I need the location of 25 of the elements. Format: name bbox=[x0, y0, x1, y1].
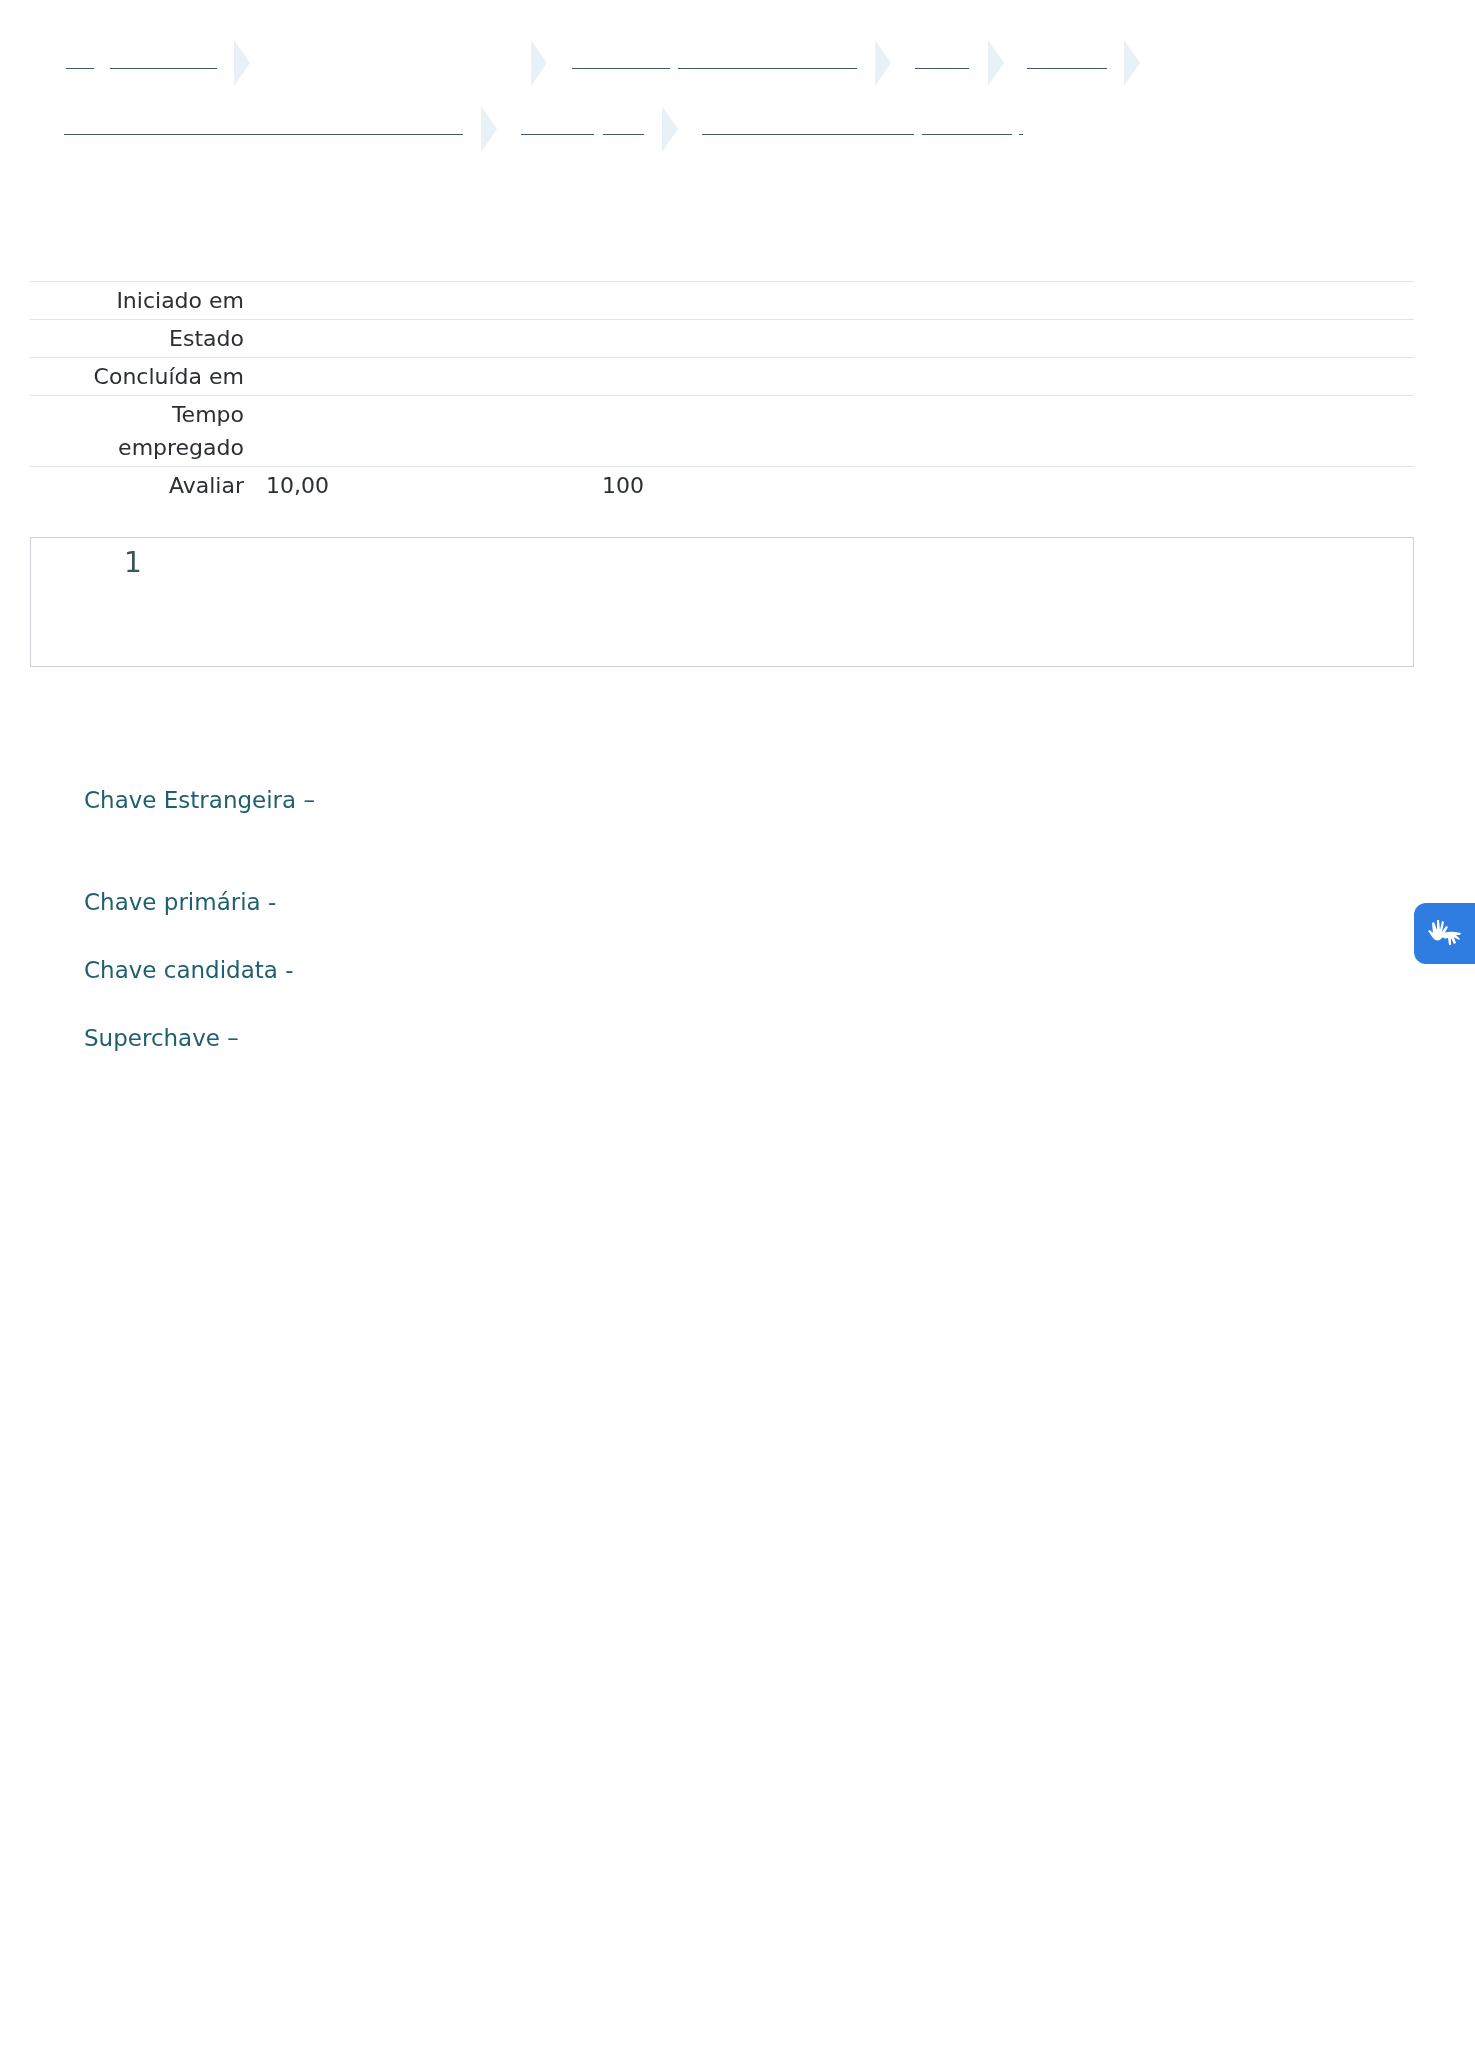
link-underline[interactable] bbox=[521, 134, 594, 135]
question-number: 1 bbox=[124, 545, 142, 579]
link-underline[interactable] bbox=[1027, 68, 1107, 69]
link-underline[interactable] bbox=[110, 68, 217, 69]
link-underline[interactable] bbox=[922, 134, 1012, 135]
link-underline[interactable] bbox=[678, 68, 857, 69]
row-label: Concluída em bbox=[30, 357, 244, 396]
table-cell: 100 bbox=[602, 473, 644, 498]
row-label: Avaliar bbox=[30, 466, 244, 523]
term-heading: Superchave – bbox=[84, 1023, 239, 1053]
link-underline[interactable] bbox=[702, 134, 914, 135]
link-underline[interactable] bbox=[603, 134, 644, 135]
link-underline[interactable] bbox=[64, 134, 463, 135]
row-label: Iniciado em bbox=[30, 281, 244, 320]
row-label: Tempo empregado bbox=[30, 395, 244, 467]
sign-language-button[interactable] bbox=[1414, 903, 1475, 964]
link-underline[interactable] bbox=[1019, 134, 1023, 135]
term-heading: Chave Estrangeira – bbox=[84, 785, 315, 815]
term-heading: Chave primária - bbox=[84, 887, 277, 917]
link-underline[interactable] bbox=[572, 68, 670, 69]
table-cell: 10,00 bbox=[266, 473, 329, 498]
row-label: Estado bbox=[30, 319, 244, 358]
link-underline[interactable] bbox=[66, 68, 94, 69]
term-heading: Chave candidata - bbox=[84, 955, 294, 985]
link-underline[interactable] bbox=[915, 68, 969, 69]
